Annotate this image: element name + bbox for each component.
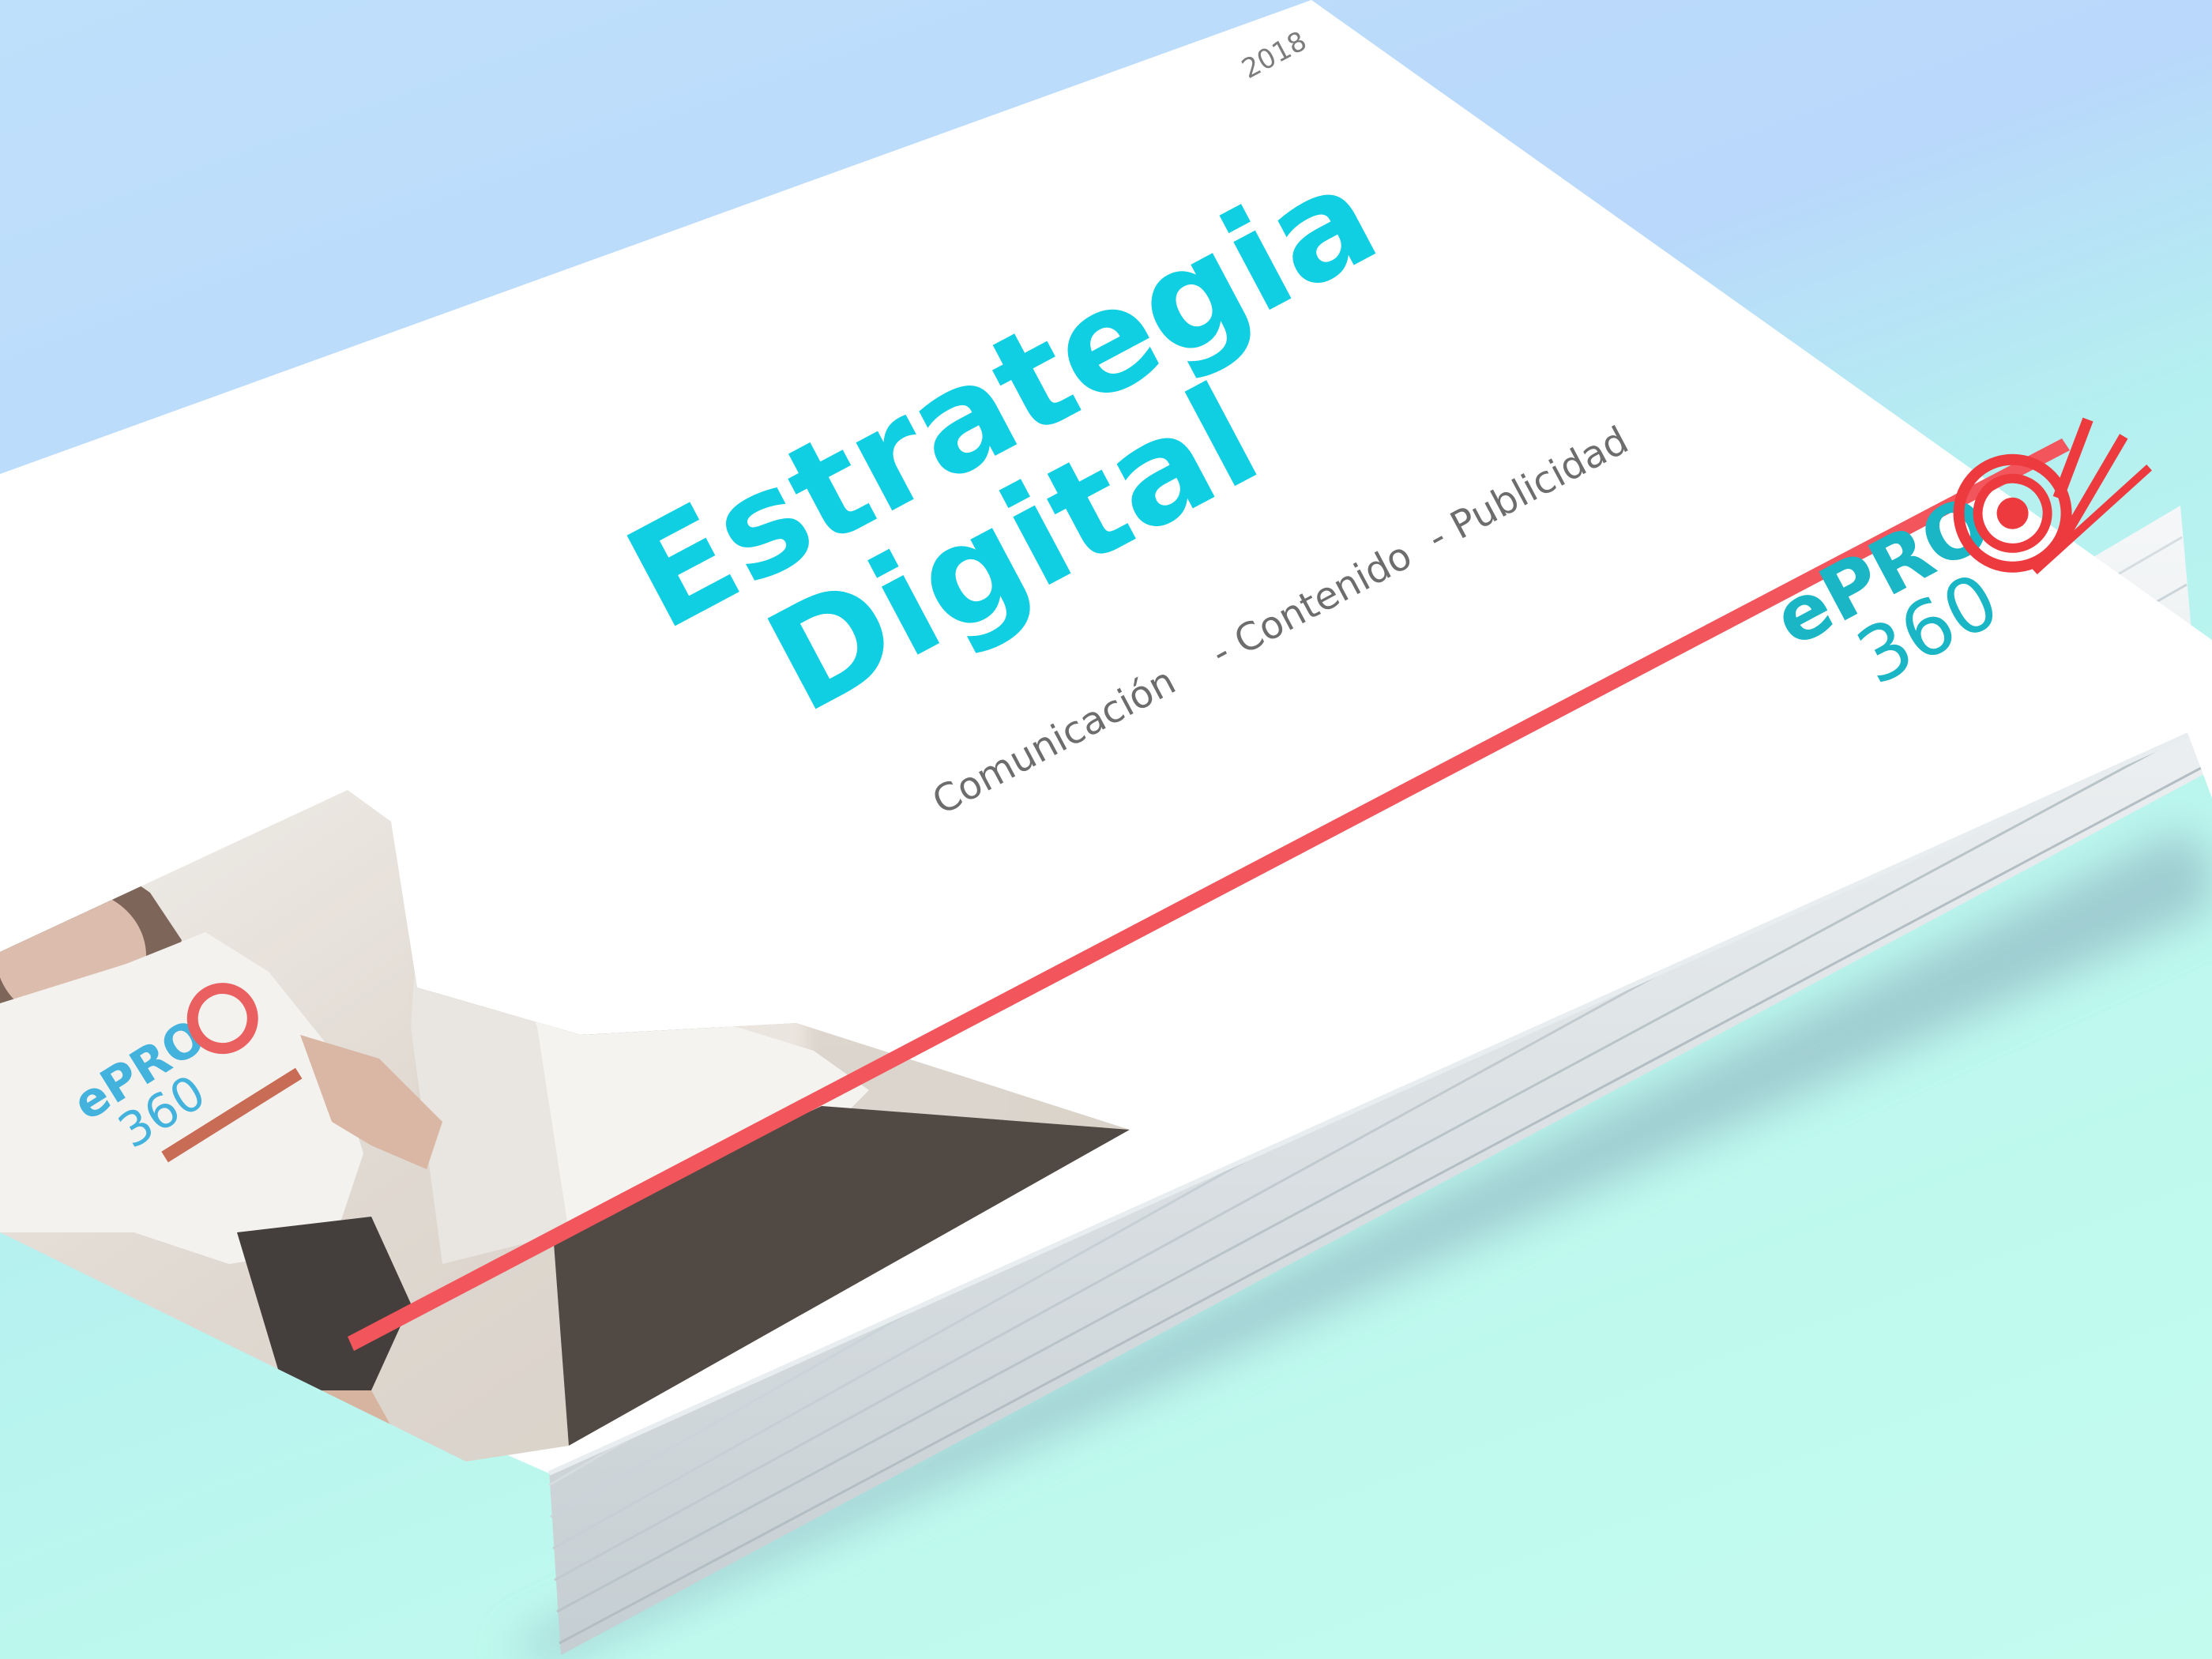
brochure-mockup-scene: ePRO 360 ePRO 360 2018 Est	[0, 0, 2212, 1659]
